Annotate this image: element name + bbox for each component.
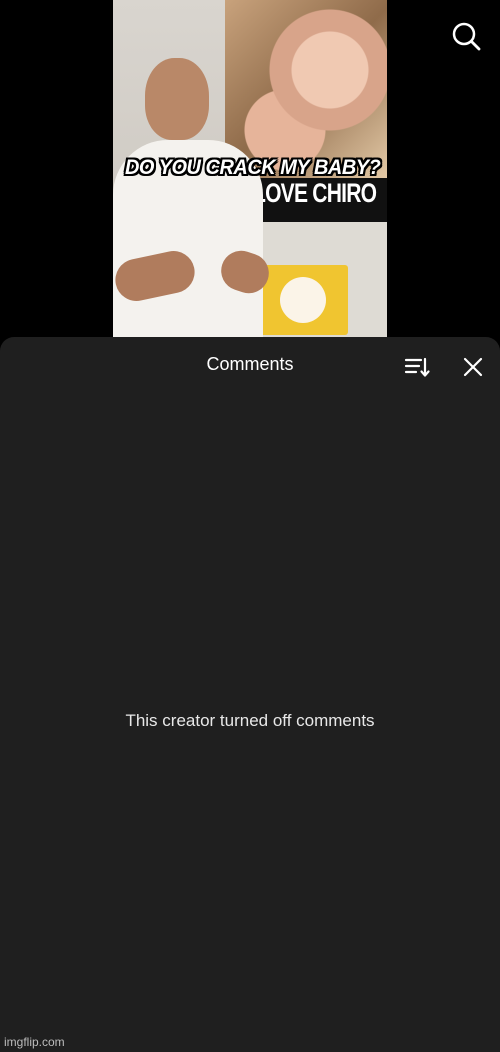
sort-icon[interactable]	[403, 355, 431, 379]
comments-sheet: Comments This creator turned off comment…	[0, 337, 500, 1052]
video-caption: DO YOU CRACK MY BABY?	[125, 156, 381, 179]
close-icon[interactable]	[460, 354, 486, 380]
video-player[interactable]: LOVE CHIRO DO YOU CRACK MY BABY?	[0, 0, 500, 340]
poster-baby-photo	[225, 0, 387, 178]
comments-disabled-message: This creator turned off comments	[125, 711, 375, 730]
person-head	[145, 58, 209, 140]
search-icon[interactable]	[450, 20, 482, 52]
video-thumbnail: LOVE CHIRO DO YOU CRACK MY BABY?	[113, 0, 387, 340]
product-box	[258, 265, 348, 335]
watermark: imgflip.com	[4, 1035, 65, 1049]
poster-text: LOVE CHIRO	[253, 178, 377, 208]
